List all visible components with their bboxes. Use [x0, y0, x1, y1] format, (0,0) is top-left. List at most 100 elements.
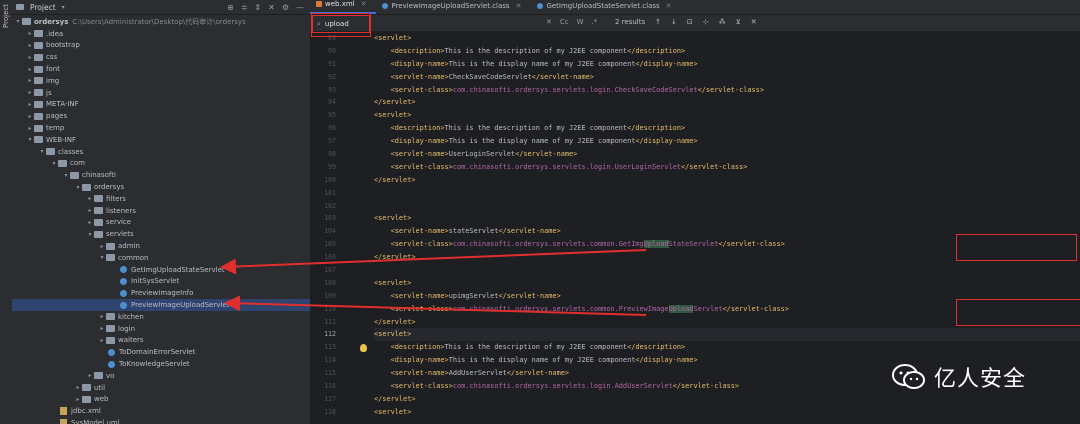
chevron-down-icon[interactable]: ▾: [26, 136, 34, 143]
chevron-right-icon[interactable]: ▸: [26, 89, 34, 96]
chevron-right-icon[interactable]: ▸: [98, 325, 106, 332]
code-line[interactable]: <servlet>: [374, 212, 1080, 225]
code-line[interactable]: </servlet>: [374, 96, 1080, 109]
code-line[interactable]: [374, 200, 1080, 213]
tree-item[interactable]: ▸ login: [12, 323, 310, 335]
tree-item[interactable]: ▸ img: [12, 75, 310, 87]
chevron-right-icon[interactable]: ▸: [74, 396, 82, 403]
code-line[interactable]: <display-name>This is the display name o…: [374, 135, 1080, 148]
expand-all-icon[interactable]: ⇕: [254, 3, 261, 12]
chevron-right-icon[interactable]: ▸: [98, 243, 106, 250]
tree-item[interactable]: ▸ vo: [12, 370, 310, 382]
tree-item[interactable]: ▸ font: [12, 63, 310, 75]
tree-item[interactable]: SysModel.uml: [12, 417, 310, 424]
add-selection-icon[interactable]: ⊹: [703, 18, 709, 26]
tree-item[interactable]: ▾ com: [12, 158, 310, 170]
chevron-right-icon[interactable]: ▸: [26, 113, 34, 120]
code-line[interactable]: </servlet>: [374, 393, 1080, 406]
code-line[interactable]: <servlet>: [374, 406, 1080, 419]
chevron-right-icon[interactable]: ▸: [26, 125, 34, 132]
tree-item[interactable]: ▸ util: [12, 382, 310, 394]
chevron-right-icon[interactable]: ▸: [98, 313, 106, 320]
tree-item[interactable]: InitSysServlet: [12, 276, 310, 288]
chevron-down-icon[interactable]: ▾: [98, 254, 106, 261]
chevron-right-icon[interactable]: ▸: [26, 30, 34, 37]
chevron-right-icon[interactable]: ▸: [26, 54, 34, 61]
chevron-right-icon[interactable]: ▸: [86, 195, 94, 202]
tree-item[interactable]: ▸ kitchen: [12, 311, 310, 323]
tree-item[interactable]: ▾ WEB-INF: [12, 134, 310, 146]
previous-occurrence-icon[interactable]: ↑: [655, 18, 661, 26]
tree-item[interactable]: ▾ chinasofti: [12, 169, 310, 181]
tree-item[interactable]: PreviewImageUploadServlet: [12, 299, 310, 311]
close-tab-icon[interactable]: ✕: [516, 2, 522, 10]
editor-tab[interactable]: PreviewImageUploadServlet.class ✕: [376, 0, 531, 14]
code-line[interactable]: <servlet>: [374, 109, 1080, 122]
chevron-down-icon[interactable]: ▾: [38, 148, 46, 155]
code-line[interactable]: <servlet>: [374, 328, 1080, 342]
lightbulb-icon[interactable]: [360, 344, 367, 352]
tree-item[interactable]: ▾ common: [12, 252, 310, 264]
code-line[interactable]: <servlet-class>com.chinasofti.ordersys.s…: [374, 84, 1080, 97]
close-tab-icon[interactable]: ✕: [361, 0, 367, 8]
code-line[interactable]: <servlet-class>com.chinasofti.ordersys.s…: [374, 161, 1080, 174]
editor-tab[interactable]: GetImgUploadStateServlet.class ✕: [531, 0, 681, 14]
tree-item[interactable]: ▸ bootstrap: [12, 40, 310, 52]
code-line[interactable]: <servlet>: [374, 277, 1080, 290]
chevron-right-icon[interactable]: ▸: [74, 384, 82, 391]
close-find-icon[interactable]: ✕: [751, 18, 757, 26]
minimize-icon[interactable]: —: [296, 3, 304, 12]
code-line[interactable]: <servlet-name>UserLoginServlet</servlet-…: [374, 148, 1080, 161]
code-line[interactable]: <display-name>This is the display name o…: [374, 58, 1080, 71]
chevron-down-icon[interactable]: ▾: [50, 160, 58, 167]
tree-item[interactable]: ▸ filters: [12, 193, 310, 205]
tree-item[interactable]: GetImgUploadStateServlet: [12, 264, 310, 276]
gear-icon[interactable]: ⚙: [282, 3, 289, 12]
tree-item[interactable]: ▸ js: [12, 87, 310, 99]
tree-item[interactable]: ▾ servlets: [12, 228, 310, 240]
chevron-right-icon[interactable]: ▸: [26, 42, 34, 49]
tree-item[interactable]: ▸ admin: [12, 240, 310, 252]
next-occurrence-icon[interactable]: ↓: [671, 18, 677, 26]
chevron-down-icon[interactable]: ▾: [62, 4, 65, 11]
chevron-right-icon[interactable]: ▸: [86, 372, 94, 379]
words-toggle[interactable]: W: [577, 18, 584, 26]
editor-tab[interactable]: web.xml ✕: [310, 0, 377, 14]
tree-item[interactable]: ▸ temp: [12, 122, 310, 134]
code-line[interactable]: <description>This is the description of …: [374, 45, 1080, 58]
open-in-window-icon[interactable]: ⊡: [687, 18, 693, 26]
close-icon[interactable]: ✕: [268, 3, 275, 12]
chevron-down-icon[interactable]: ▾: [74, 184, 82, 191]
code-line[interactable]: [374, 264, 1080, 277]
project-panel-title[interactable]: Project: [30, 3, 56, 12]
close-tab-icon[interactable]: ✕: [666, 2, 672, 10]
tree-item[interactable]: ▾ ordersys C:\Users\Administrator\Desktop\…: [12, 16, 310, 28]
tree-item[interactable]: ▸ service: [12, 217, 310, 229]
locate-icon[interactable]: ⊕: [227, 3, 234, 12]
code-line[interactable]: <description>This is the description of …: [374, 122, 1080, 135]
chevron-right-icon[interactable]: ▸: [86, 219, 94, 226]
select-all-occurrences-icon[interactable]: ⁂: [719, 18, 726, 26]
tree-item[interactable]: ToDomainErrorServlet: [12, 346, 310, 358]
filter-icon[interactable]: ⊻: [736, 18, 741, 26]
code-line[interactable]: <description>This is the description of …: [374, 341, 1080, 354]
match-case-toggle[interactable]: Cc: [560, 18, 569, 26]
tree-item[interactable]: jdbc.xml: [12, 405, 310, 417]
project-tool-tab[interactable]: Project: [1, 4, 11, 44]
tree-item[interactable]: ToKnowledgeServlet: [12, 358, 310, 370]
tree-item[interactable]: ▸ pages: [12, 110, 310, 122]
code-line[interactable]: <servlet-name>CheckSaveCodeServlet</serv…: [374, 71, 1080, 84]
tree-item[interactable]: ▸ listeners: [12, 205, 310, 217]
code-line[interactable]: <servlet>: [374, 32, 1080, 45]
tree-item[interactable]: ▸ css: [12, 51, 310, 63]
code-line[interactable]: [374, 187, 1080, 200]
regex-toggle[interactable]: .*: [592, 18, 598, 26]
tree-item[interactable]: ▸ META-INF: [12, 99, 310, 111]
code-line[interactable]: </servlet>: [374, 174, 1080, 187]
tree-item[interactable]: ▸ web: [12, 394, 310, 406]
chevron-right-icon[interactable]: ▸: [26, 101, 34, 108]
chevron-down-icon[interactable]: ▾: [86, 231, 94, 238]
chevron-right-icon[interactable]: ▸: [86, 207, 94, 214]
chevron-right-icon[interactable]: ▸: [26, 66, 34, 73]
close-search-icon[interactable]: ✕: [546, 18, 552, 26]
